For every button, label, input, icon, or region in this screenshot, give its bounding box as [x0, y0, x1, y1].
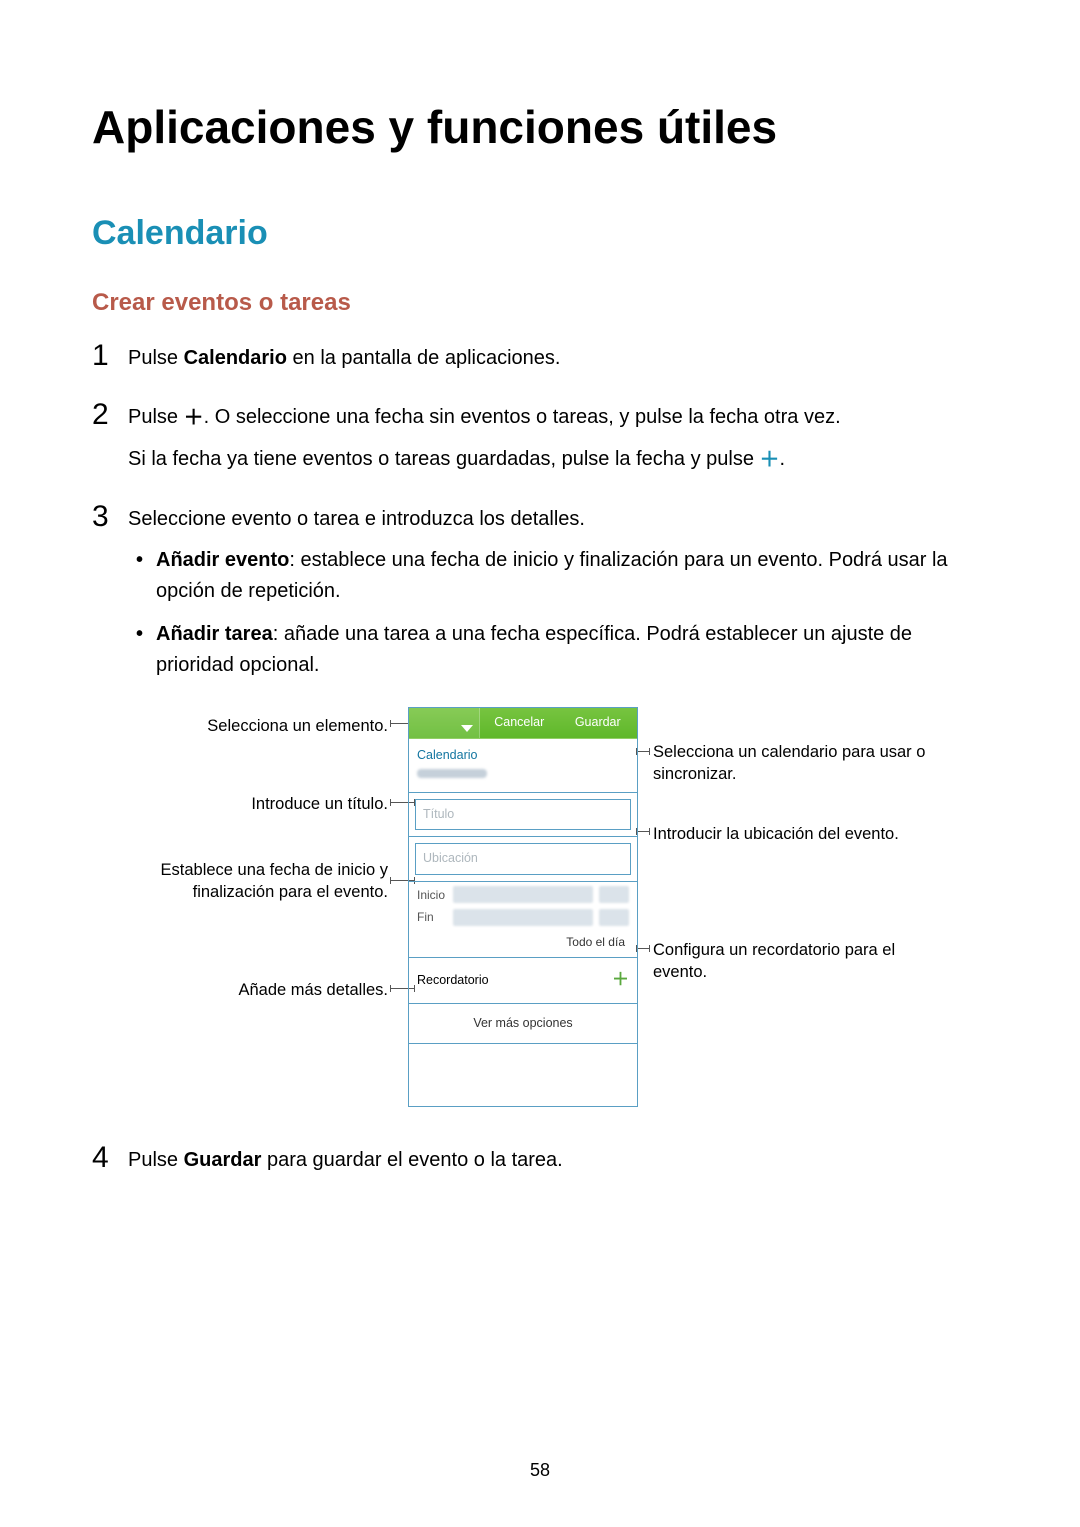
step-number: 2 — [92, 398, 128, 431]
mock-screenshot: Cancelar Guardar Calendario Título Ubica… — [408, 707, 638, 1107]
step-4: 4 Pulse Guardar para guardar el evento o… — [92, 1141, 990, 1186]
plus-icon: ＋ — [612, 967, 629, 993]
subsection-heading: Crear eventos o tareas — [92, 289, 990, 317]
bullet-item: Añadir tarea: añade una tarea a una fech… — [136, 619, 990, 681]
mock-save-button: Guardar — [559, 708, 638, 738]
step-1: 1 Pulse Calendario en la pantalla de apl… — [92, 339, 990, 384]
mock-reminder-label: Recordatorio — [417, 971, 489, 990]
mock-start-label: Inicio — [417, 886, 447, 905]
plus-icon: ＋ — [760, 445, 780, 476]
text: Pulse — [128, 347, 184, 369]
mock-cancel-button: Cancelar — [480, 708, 559, 738]
callout-right: Selecciona un calendario para usar o sin… — [653, 741, 943, 786]
mock-calendar-row: Calendario — [409, 739, 637, 793]
text: en la pantalla de aplicaciones. — [287, 347, 561, 369]
mock-end-label: Fin — [417, 908, 447, 927]
step-number: 3 — [92, 500, 128, 533]
mock-allday-label: Todo el día — [417, 929, 629, 952]
text: . — [780, 448, 786, 470]
callout-left: Establece una fecha de inicio y finaliza… — [128, 859, 388, 904]
text-bold: Añadir tarea — [156, 623, 273, 645]
step-number: 4 — [92, 1141, 128, 1174]
text: para guardar el evento o la tarea. — [261, 1149, 562, 1171]
page-number: 58 — [0, 1460, 1080, 1481]
page-title: Aplicaciones y funciones útiles — [92, 100, 990, 154]
text: Seleccione evento o tarea e introduzca l… — [128, 504, 990, 535]
annotated-screenshot: Selecciona un elemento. Introduce un tít… — [128, 707, 990, 1127]
step-2: 2 Pulse ＋. O seleccione una fecha sin ev… — [92, 398, 990, 486]
mock-location-row: Ubicación — [409, 837, 637, 881]
text-bold: Guardar — [184, 1149, 262, 1171]
step-3: 3 Seleccione evento o tarea e introduzca… — [92, 500, 990, 1127]
mock-tab-selector — [409, 708, 480, 738]
text: Pulse — [128, 1149, 184, 1171]
mock-dates-block: Inicio Fin Todo el día — [409, 882, 637, 959]
callout-left: Selecciona un elemento. — [128, 715, 388, 737]
mock-more-options: Ver más opciones — [409, 1004, 637, 1044]
callout-left: Añade más detalles. — [128, 979, 388, 1001]
text-bold: Calendario — [184, 347, 287, 369]
text: Pulse — [128, 406, 184, 428]
mock-toolbar: Cancelar Guardar — [409, 708, 637, 739]
mock-title-input: Título — [415, 799, 631, 830]
callout-right: Introducir la ubicación del evento. — [653, 823, 943, 845]
callout-left: Introduce un título. — [128, 793, 388, 815]
plus-icon: ＋ — [184, 403, 204, 434]
mock-title-row: Título — [409, 793, 637, 837]
text-bold: Añadir evento — [156, 549, 289, 571]
mock-reminder-row: Recordatorio ＋ — [409, 958, 637, 1003]
mock-location-input: Ubicación — [415, 843, 631, 874]
step-number: 1 — [92, 339, 128, 372]
text: . O seleccione una fecha sin eventos o t… — [204, 406, 841, 428]
section-heading: Calendario — [92, 214, 990, 253]
text: Si la fecha ya tiene eventos o tareas gu… — [128, 448, 760, 470]
callout-right: Configura un recordatorio para el evento… — [653, 939, 943, 984]
bullet-item: Añadir evento: establece una fecha de in… — [136, 545, 990, 607]
